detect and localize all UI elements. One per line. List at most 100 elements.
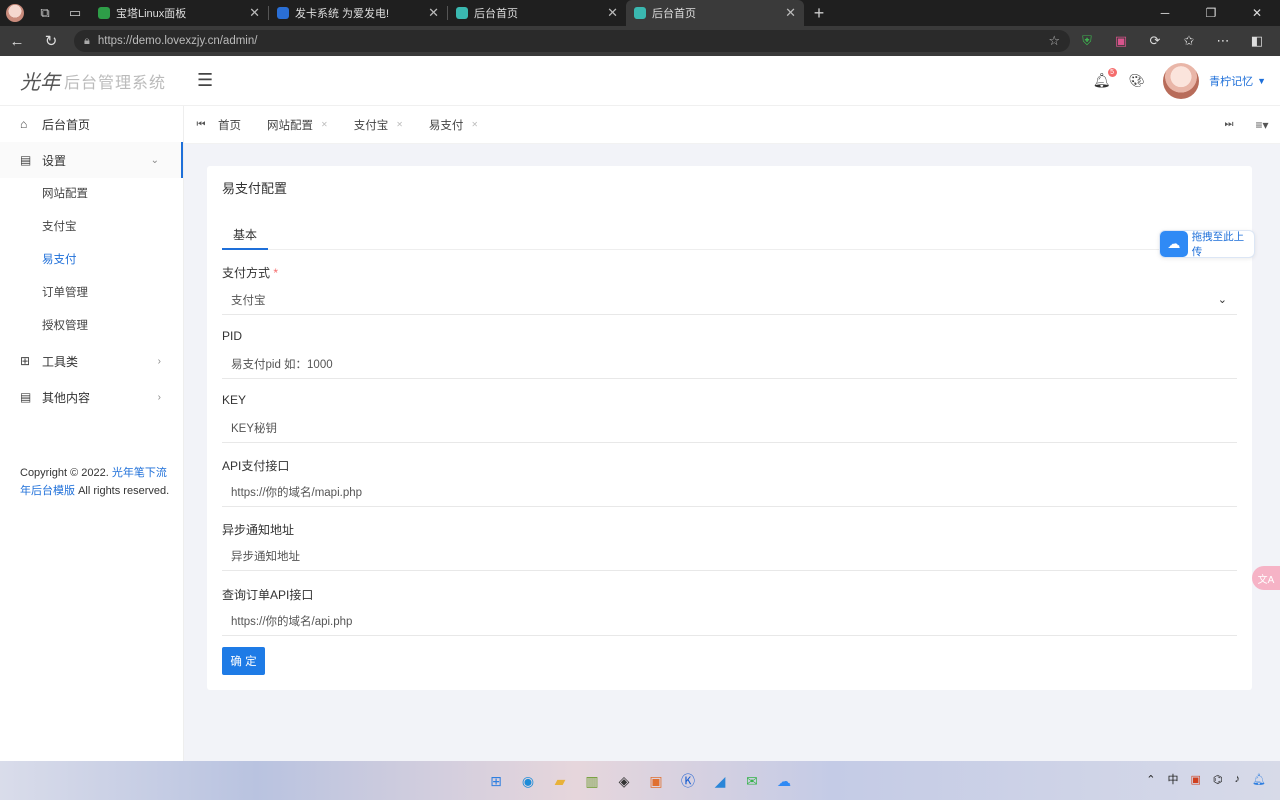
sidebar-subitem-site-config[interactable]: 网站配置	[0, 178, 183, 211]
close-icon[interactable]: ✕	[249, 5, 260, 21]
sidebar-item-settings[interactable]: ▤ 设置 ⌄	[0, 142, 183, 178]
sidebar-subitem-license[interactable]: 授权管理	[0, 310, 183, 343]
username[interactable]: 青柠记忆	[1209, 73, 1253, 89]
content-icon: ▤	[20, 390, 32, 404]
theme-palette-icon[interactable]: 🎨︎	[1129, 73, 1146, 89]
back-icon[interactable]: ←	[0, 33, 34, 50]
sync-icon[interactable]: ⟳	[1138, 33, 1172, 49]
browser-tab[interactable]: 宝塔Linux面板 ✕	[90, 0, 268, 26]
tag-menu-icon[interactable]: ≡▾	[1244, 118, 1280, 132]
sidebar-toggle-icon[interactable]: ◧	[1240, 33, 1274, 49]
url-field[interactable]: 🔒︎ https://demo.lovexzjy.cn/admin/ ☆	[74, 30, 1070, 52]
shield-extension-icon[interactable]: ⛨	[1070, 33, 1104, 49]
tab-actions-icon[interactable]: ▭	[60, 0, 90, 26]
tag-site-config[interactable]: 网站配置 ✕	[267, 117, 328, 133]
more-icon[interactable]: ⋯	[1206, 33, 1240, 49]
system-tray: ⌃ 中 ▣ ⌬ ♪ 🔔︎	[1134, 771, 1266, 787]
minimize-icon[interactable]: ─	[1142, 6, 1188, 20]
chevron-up-icon[interactable]: ⌃	[1146, 773, 1155, 786]
scroll-left-icon[interactable]: ⏮	[184, 119, 218, 130]
sidebar-item-label: 工具类	[42, 354, 79, 369]
form-tabs: 基本	[222, 226, 1237, 250]
sidebar-item-label: 设置	[42, 153, 67, 168]
close-icon[interactable]: ✕	[428, 5, 439, 21]
ime-indicator[interactable]: 中	[1168, 771, 1179, 787]
tab-basic[interactable]: 基本	[222, 226, 269, 250]
payment-method-select[interactable]: 支付宝 ⌄	[222, 285, 1237, 315]
notification-bell-icon[interactable]: 🔔︎ 5	[1093, 68, 1117, 89]
logo[interactable]: 光年 后台管理系统	[0, 66, 183, 95]
reload-icon[interactable]: ↻	[34, 32, 68, 50]
close-icon[interactable]: ✕	[785, 5, 796, 21]
url-text: https://demo.lovexzjy.cn/admin/	[97, 35, 258, 47]
tag-epay[interactable]: 易支付 ✕	[429, 117, 478, 133]
sidebar-item-home[interactable]: ⌂ 后台首页	[0, 106, 183, 142]
close-icon[interactable]: ✕	[321, 120, 328, 129]
close-icon[interactable]: ✕	[607, 5, 618, 21]
file-explorer-icon[interactable]: ▰	[544, 769, 576, 793]
translate-icon: 文A	[1257, 574, 1275, 586]
tab-favicon	[277, 7, 289, 19]
close-window-icon[interactable]: ✕	[1234, 6, 1280, 20]
query-api-input[interactable]: https://你的域名/api.php	[222, 606, 1237, 636]
workspaces-icon[interactable]: ⧉	[30, 0, 60, 26]
new-tab-icon[interactable]: +	[804, 3, 834, 24]
drag-upload-widget[interactable]: ☁ 拖拽至此上传	[1159, 230, 1255, 258]
tray-app-icon[interactable]: ▣	[1191, 773, 1201, 786]
wechat-icon[interactable]: ✉	[736, 769, 768, 793]
notification-badge: 5	[1107, 68, 1117, 77]
close-icon[interactable]: ✕	[471, 120, 478, 129]
pid-label: PID	[222, 329, 243, 343]
tag-label: 首页	[218, 119, 241, 132]
tag-bar: ⏮ 首页 网站配置 ✕ 支付宝 ✕ 易支付 ✕ ⏭ ≡▾	[184, 106, 1280, 144]
scroll-right-icon[interactable]: ⏭	[1214, 119, 1244, 130]
chevron-right-icon: ›	[157, 355, 161, 367]
restore-icon[interactable]: ❐	[1188, 6, 1234, 20]
orange-app-icon[interactable]: ▣	[640, 769, 672, 793]
tag-alipay[interactable]: 支付宝 ✕	[354, 117, 403, 133]
vscode-icon[interactable]: ◢	[704, 769, 736, 793]
notify-url-input[interactable]: 异步通知地址	[222, 541, 1237, 571]
user-avatar[interactable]	[1163, 62, 1200, 99]
sidebar-subitem-orders[interactable]: 订单管理	[0, 277, 183, 310]
sidebar-item-tools[interactable]: ⊞ 工具类 ›	[0, 343, 183, 379]
hamburger-menu-icon[interactable]: ☰	[197, 70, 213, 91]
volume-icon[interactable]: ♪	[1235, 773, 1241, 785]
key-input[interactable]: KEY秘钥	[222, 413, 1237, 443]
notify-url-label: 异步通知地址	[222, 523, 295, 537]
profile-avatar[interactable]	[0, 0, 30, 26]
copyright: Copyright © 2022. 光年笔下流 年后台模版 All rights…	[20, 464, 170, 500]
placeholder-text: 异步通知地址	[231, 550, 300, 563]
browser-tab[interactable]: 后台首页 ✕	[448, 0, 626, 26]
sidebar-subitem-alipay[interactable]: 支付宝	[0, 211, 183, 244]
notification-icon[interactable]: 🔔︎	[1252, 773, 1266, 786]
browser-tab[interactable]: 发卡系统 为爱发电! ✕	[269, 0, 447, 26]
browser-tab-active[interactable]: 后台首页 ✕	[626, 0, 804, 26]
close-icon[interactable]: ✕	[396, 120, 403, 129]
api-pay-input[interactable]: https://你的域名/mapi.php	[222, 477, 1237, 507]
cloud-upload-icon: ☁	[1160, 231, 1188, 257]
favorites-icon[interactable]: ✩	[1172, 33, 1206, 49]
cube-app-icon[interactable]: ◈	[608, 769, 640, 793]
api-pay-label: API支付接口	[222, 459, 290, 473]
tag-home[interactable]: 首页	[218, 117, 241, 133]
home-icon: ⌂	[20, 117, 28, 131]
chevron-down-icon[interactable]: ▼	[1257, 76, 1266, 86]
confirm-button[interactable]: 确 定	[222, 647, 265, 675]
network-icon[interactable]: ⌬	[1213, 773, 1223, 786]
cloud-app-icon[interactable]: ☁	[768, 769, 800, 793]
k-app-icon[interactable]: Ⓚ	[672, 769, 704, 793]
app-icon[interactable]: ▥	[576, 769, 608, 793]
taskbar-apps: ⊞ ◉ ▰ ▥ ◈ ▣ Ⓚ ◢ ✉ ☁	[480, 769, 800, 793]
translate-float-button[interactable]: 文A	[1252, 566, 1280, 590]
sidebar-item-other[interactable]: ▤ 其他内容 ›	[0, 379, 183, 415]
tools-icon: ⊞	[20, 354, 31, 368]
favorite-star-icon[interactable]: ☆	[1048, 33, 1060, 49]
settings-icon: ▤	[20, 153, 32, 167]
sidebar-subitem-epay[interactable]: 易支付	[0, 244, 183, 277]
windows-start-icon[interactable]: ⊞	[480, 769, 512, 793]
pid-input[interactable]: 易支付pid 如：1000	[222, 349, 1237, 379]
edge-icon[interactable]: ◉	[512, 769, 544, 793]
translate-extension-icon[interactable]: ▣	[1104, 33, 1138, 49]
payment-method-label: 支付方式 *	[222, 266, 279, 280]
